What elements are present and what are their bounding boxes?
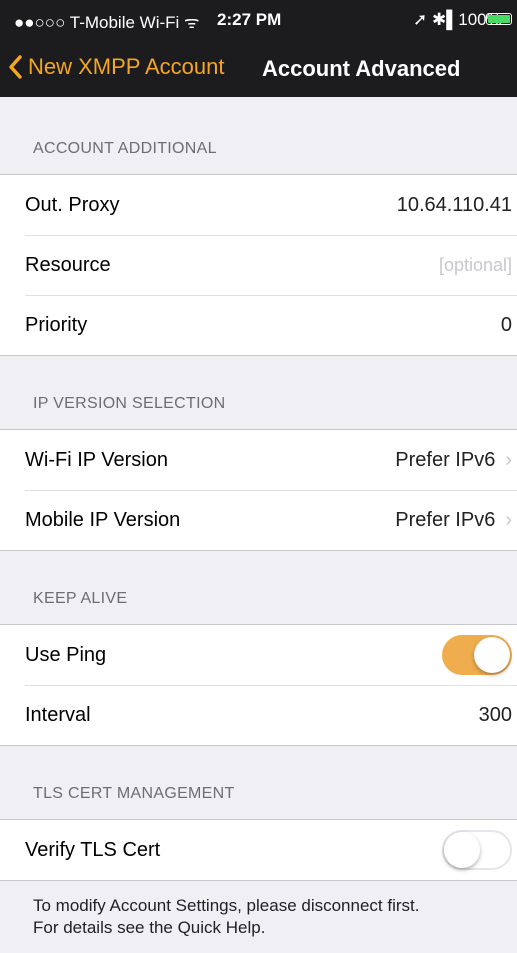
status-time: 2:27 PM xyxy=(217,10,282,29)
row-wifi-ip-version[interactable]: Wi-Fi IP Version Prefer IPv6 › xyxy=(0,430,517,490)
group-tls: Verify TLS Cert xyxy=(0,820,517,881)
row-interval[interactable]: Interval 300 xyxy=(0,685,517,745)
group-keep-alive: Use Ping Interval 300 xyxy=(0,625,517,746)
row-mobile-ip-version[interactable]: Mobile IP Version Prefer IPv6 › xyxy=(0,490,517,550)
footer-line-1: To modify Account Settings, please disco… xyxy=(33,896,420,915)
priority-label: Priority xyxy=(25,313,88,336)
status-bar: ●●○○○ T-Mobile Wi-Fi ᯤ 2:27 PM ➚ ✱▌100% xyxy=(0,0,517,40)
use-ping-toggle[interactable] xyxy=(442,635,512,675)
mobile-ip-version-label: Mobile IP Version xyxy=(25,508,181,531)
use-ping-label: Use Ping xyxy=(25,643,107,666)
interval-value[interactable]: 300 xyxy=(479,704,512,727)
verify-tls-label: Verify TLS Cert xyxy=(25,838,161,861)
group-account-additional: Out. Proxy 10.64.110.41 Resource [option… xyxy=(0,175,517,356)
wifi-ip-version-value: Prefer IPv6 xyxy=(395,448,496,471)
battery-icon xyxy=(486,13,512,25)
footer-note: To modify Account Settings, please disco… xyxy=(0,881,517,953)
chevron-right-icon: › xyxy=(505,448,512,471)
page-title: Account Advanced xyxy=(262,56,461,81)
wifi-ip-version-label: Wi-Fi IP Version xyxy=(25,448,168,471)
interval-label: Interval xyxy=(25,703,91,726)
toggle-knob xyxy=(474,637,510,673)
out-proxy-value[interactable]: 10.64.110.41 xyxy=(397,194,512,217)
footer-line-2: For details see the Quick Help. xyxy=(33,918,266,937)
out-proxy-label: Out. Proxy xyxy=(25,193,120,216)
chevron-right-icon: › xyxy=(505,508,512,531)
chevron-left-icon xyxy=(9,55,22,79)
section-header-keep-alive: KEEP ALIVE xyxy=(0,551,517,625)
row-resource[interactable]: Resource [optional] xyxy=(0,235,517,295)
back-label: New XMPP Account xyxy=(28,54,225,79)
back-button[interactable]: New XMPP Account xyxy=(8,52,224,82)
resource-label: Resource xyxy=(25,253,111,276)
resource-field[interactable]: [optional] xyxy=(439,255,512,276)
carrier-label: ●●○○○ T-Mobile Wi-Fi ᯤ xyxy=(14,13,200,32)
row-priority[interactable]: Priority 0 xyxy=(0,295,517,355)
navigation-bar: ●●○○○ T-Mobile Wi-Fi ᯤ 2:27 PM ➚ ✱▌100% … xyxy=(0,0,517,97)
wifi-icon: ᯤ xyxy=(184,13,200,32)
section-header-account-additional: ACCOUNT ADDITIONAL xyxy=(0,97,517,175)
section-header-ip-version: IP VERSION SELECTION xyxy=(0,356,517,430)
group-ip-version: Wi-Fi IP Version Prefer IPv6 › Mobile IP… xyxy=(0,430,517,551)
priority-value[interactable]: 0 xyxy=(501,314,512,337)
section-header-tls: TLS CERT MANAGEMENT xyxy=(0,746,517,820)
mobile-ip-version-value: Prefer IPv6 xyxy=(395,508,496,531)
row-use-ping: Use Ping xyxy=(0,625,517,685)
toggle-knob xyxy=(444,832,480,868)
verify-tls-toggle[interactable] xyxy=(442,830,512,870)
row-out-proxy[interactable]: Out. Proxy 10.64.110.41 xyxy=(0,175,517,235)
settings-content: ACCOUNT ADDITIONAL Out. Proxy 10.64.110.… xyxy=(0,97,517,953)
row-verify-tls-cert: Verify TLS Cert xyxy=(0,820,517,880)
